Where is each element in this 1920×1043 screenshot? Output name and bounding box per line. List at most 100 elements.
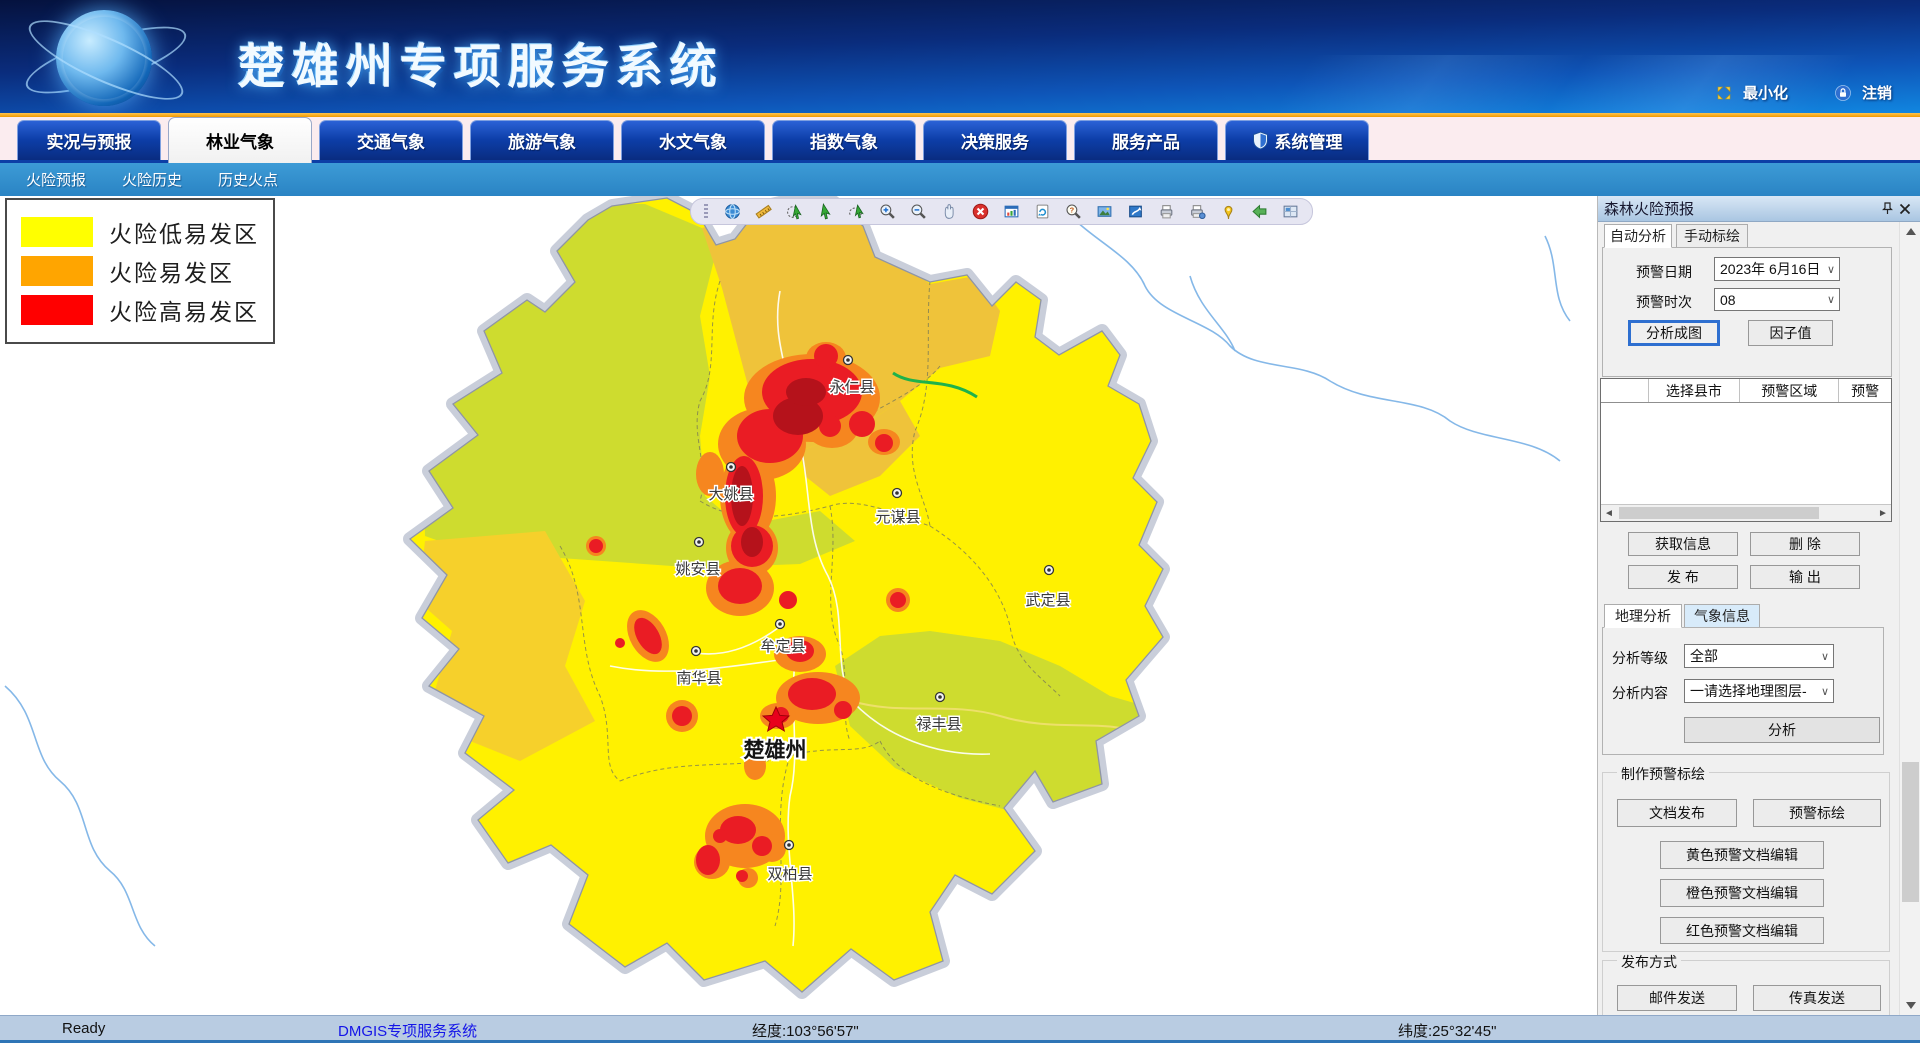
- tab-hydrology-weather[interactable]: 水文气象: [621, 120, 765, 160]
- tab-service-products[interactable]: 服务产品: [1074, 120, 1218, 160]
- app-banner: 楚雄州专项服务系统 最小化 注销: [0, 0, 1920, 113]
- zoom-in-icon[interactable]: [878, 203, 896, 221]
- group-title: 发布方式: [1617, 952, 1681, 972]
- toolbar-grip[interactable]: [704, 204, 708, 220]
- close-icon[interactable]: [1896, 200, 1914, 218]
- label-wuding: 武定县: [1025, 592, 1070, 609]
- label-mouding: 牟定县: [760, 638, 805, 655]
- map-legend: 火险低易发区 火险易发区 火险高易发区: [5, 198, 275, 344]
- vscroll-thumb[interactable]: [1902, 762, 1919, 902]
- tab-forestry-weather[interactable]: 林业气象: [168, 117, 312, 163]
- minimize-button[interactable]: 最小化: [1743, 82, 1788, 103]
- select-by-circle-icon[interactable]: [785, 203, 803, 221]
- table-header-county: 选择县市: [1649, 379, 1740, 402]
- analyze-chart-button[interactable]: 分析成图: [1628, 320, 1720, 346]
- legend-item: 火险低易发区: [21, 215, 259, 249]
- refresh-page-icon[interactable]: [1033, 203, 1051, 221]
- warning-date-select[interactable]: 2023年 6月16日 ∨: [1714, 257, 1840, 281]
- back-arrow-icon[interactable]: [1250, 203, 1268, 221]
- analyze-button[interactable]: 分析: [1684, 717, 1880, 743]
- map-export-icon[interactable]: [1126, 203, 1144, 221]
- tab-auto-analysis[interactable]: 自动分析: [1604, 224, 1672, 248]
- app-title: 楚雄州专项服务系统: [238, 28, 724, 97]
- factor-value-button[interactable]: 因子值: [1748, 320, 1833, 346]
- select-arrow-icon[interactable]: [816, 203, 834, 221]
- logout-button[interactable]: 注销: [1862, 82, 1892, 103]
- minimize-icon[interactable]: [1715, 84, 1733, 102]
- prefecture-label: 楚雄州: [744, 738, 807, 762]
- tab-weather-info[interactable]: 气象信息: [1684, 604, 1760, 628]
- panel-vscrollbar[interactable]: [1899, 222, 1920, 1015]
- warning-plot-button[interactable]: 预警标绘: [1753, 799, 1881, 827]
- lock-icon[interactable]: [1834, 84, 1852, 102]
- chevron-down-icon: ∨: [1817, 650, 1833, 663]
- scroll-left-icon[interactable]: ◄: [1601, 505, 1617, 521]
- table-header-blank: [1601, 379, 1649, 402]
- tab-index-weather[interactable]: 指数气象: [772, 120, 916, 160]
- delete-button[interactable]: 删 除: [1750, 532, 1860, 556]
- subnav-fire-risk-history[interactable]: 火险历史: [122, 169, 182, 190]
- sub-nav: 火险预报 火险历史 历史火点: [0, 163, 1920, 196]
- label-yuanmou: 元谋县: [875, 509, 920, 526]
- globe-logo-icon: [28, 6, 198, 110]
- status-latitude: 纬度:25°32'45": [1398, 1020, 1496, 1041]
- identify-icon[interactable]: ?: [1064, 203, 1082, 221]
- tab-traffic-weather[interactable]: 交通气象: [319, 120, 463, 160]
- fax-send-button[interactable]: 传真发送: [1753, 985, 1881, 1011]
- legend-label: 火险易发区: [109, 254, 234, 288]
- tab-manual-plot[interactable]: 手动标绘: [1676, 224, 1748, 248]
- doc-publish-button[interactable]: 文档发布: [1617, 799, 1737, 827]
- yellow-warning-doc-button[interactable]: 黄色预警文档编辑: [1660, 841, 1824, 869]
- table-header-region: 预警区域: [1740, 379, 1839, 402]
- globe-icon[interactable]: [723, 203, 741, 221]
- warning-time-select[interactable]: 08 ∨: [1714, 288, 1840, 311]
- table-hscrollbar[interactable]: ◄ ►: [1601, 504, 1891, 521]
- image-view-icon[interactable]: [1095, 203, 1113, 221]
- pan-hand-icon[interactable]: [940, 203, 958, 221]
- warning-result-table[interactable]: 选择县市 预警区域 预警 ◄ ►: [1600, 378, 1892, 522]
- legend-item: 火险高易发区: [21, 293, 259, 327]
- orange-warning-doc-button[interactable]: 橙色预警文档编辑: [1660, 879, 1824, 907]
- scroll-up-icon[interactable]: [1900, 222, 1920, 241]
- tab-decision-service[interactable]: 决策服务: [923, 120, 1067, 160]
- main-nav: 实况与预报 林业气象 交通气象 旅游气象 水文气象 指数气象 决策服务 服务产品…: [0, 117, 1920, 163]
- chart-window-icon[interactable]: [1002, 203, 1020, 221]
- subnav-fire-risk-forecast[interactable]: 火险预报: [26, 169, 86, 190]
- email-send-button[interactable]: 邮件发送: [1617, 985, 1737, 1011]
- zoom-out-icon[interactable]: [909, 203, 927, 221]
- pin-icon[interactable]: [1878, 200, 1896, 218]
- publish-button[interactable]: 发 布: [1628, 565, 1738, 589]
- legend-label: 火险低易发区: [109, 215, 259, 249]
- panel-header: 森林火险预报: [1598, 196, 1920, 222]
- clear-stop-icon[interactable]: [971, 203, 989, 221]
- status-system-link[interactable]: DMGIS专项服务系统: [338, 1020, 477, 1041]
- tab-realtime-forecast[interactable]: 实况与预报: [17, 120, 161, 160]
- subnav-historical-fire-points[interactable]: 历史火点: [218, 169, 278, 190]
- select-lasso-icon[interactable]: [847, 203, 865, 221]
- measure-icon[interactable]: [754, 203, 772, 221]
- tab-geo-analysis[interactable]: 地理分析: [1604, 604, 1682, 628]
- tab-tourism-weather[interactable]: 旅游气象: [470, 120, 614, 160]
- analysis-content-select[interactable]: 一请选择地理图层- ∨: [1684, 679, 1834, 703]
- tab-system-management[interactable]: 系统管理: [1225, 120, 1369, 160]
- chevron-down-icon: ∨: [1823, 293, 1839, 306]
- legend-swatch-low: [21, 217, 93, 247]
- group-title: 制作预警标绘: [1617, 764, 1709, 784]
- label-yongren: 永仁县: [829, 379, 874, 396]
- print-icon[interactable]: [1157, 203, 1175, 221]
- legend-item: 火险易发区: [21, 254, 259, 288]
- red-warning-doc-button[interactable]: 红色预警文档编辑: [1660, 917, 1824, 944]
- chevron-down-icon: ∨: [1817, 685, 1833, 698]
- status-bar: Ready DMGIS专项服务系统 经度:103°56'57" 纬度:25°32…: [0, 1015, 1920, 1043]
- analysis-level-select[interactable]: 全部 ∨: [1684, 644, 1834, 668]
- label-yaoan: 姚安县: [675, 561, 720, 578]
- hscroll-thumb[interactable]: [1619, 507, 1819, 519]
- scroll-right-icon[interactable]: ►: [1875, 505, 1891, 521]
- placemark-icon[interactable]: [1219, 203, 1237, 221]
- export-button[interactable]: 输 出: [1750, 565, 1860, 589]
- get-info-button[interactable]: 获取信息: [1628, 532, 1738, 556]
- scroll-down-icon[interactable]: [1900, 996, 1920, 1015]
- print-setup-icon[interactable]: [1188, 203, 1206, 221]
- status-ready: Ready: [62, 1020, 105, 1037]
- overview-map-icon[interactable]: [1281, 203, 1299, 221]
